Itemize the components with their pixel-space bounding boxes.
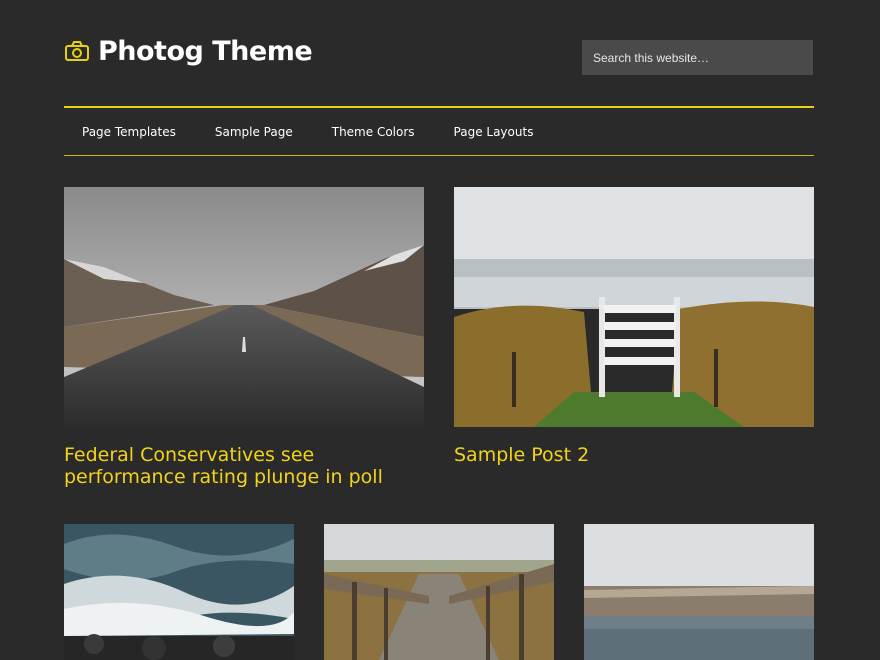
ocean-waves-image[interactable] xyxy=(64,524,294,660)
nav-item-theme-colors[interactable]: Theme Colors xyxy=(332,125,415,139)
nav-item-page-layouts[interactable]: Page Layouts xyxy=(454,125,534,139)
post-title-link[interactable]: Sample Post 2 xyxy=(454,444,814,466)
site-title: Photog Theme xyxy=(98,35,313,67)
site: Photog Theme Page Templates Sample Page … xyxy=(0,0,880,660)
nav-item-page-templates[interactable]: Page Templates xyxy=(82,125,176,139)
beach-stairs-image[interactable] xyxy=(454,187,814,427)
nav-item-sample-page[interactable]: Sample Page xyxy=(215,125,293,139)
site-logo-link[interactable]: Photog Theme xyxy=(64,34,313,68)
post-title-link[interactable]: Federal Conservatives see performance ra… xyxy=(64,444,424,488)
site-header: Photog Theme xyxy=(64,34,814,78)
primary-nav: Page Templates Sample Page Theme Colors … xyxy=(64,106,814,156)
camera-icon xyxy=(65,41,89,61)
featured-post: Sample Post 2 xyxy=(454,187,814,466)
featured-post: Federal Conservatives see performance ra… xyxy=(64,187,424,488)
road-landscape-image[interactable] xyxy=(64,187,424,427)
boardwalk-bridge-image[interactable] xyxy=(324,524,554,660)
breakwater-sea-image[interactable] xyxy=(584,524,814,660)
search-input[interactable] xyxy=(582,40,813,75)
